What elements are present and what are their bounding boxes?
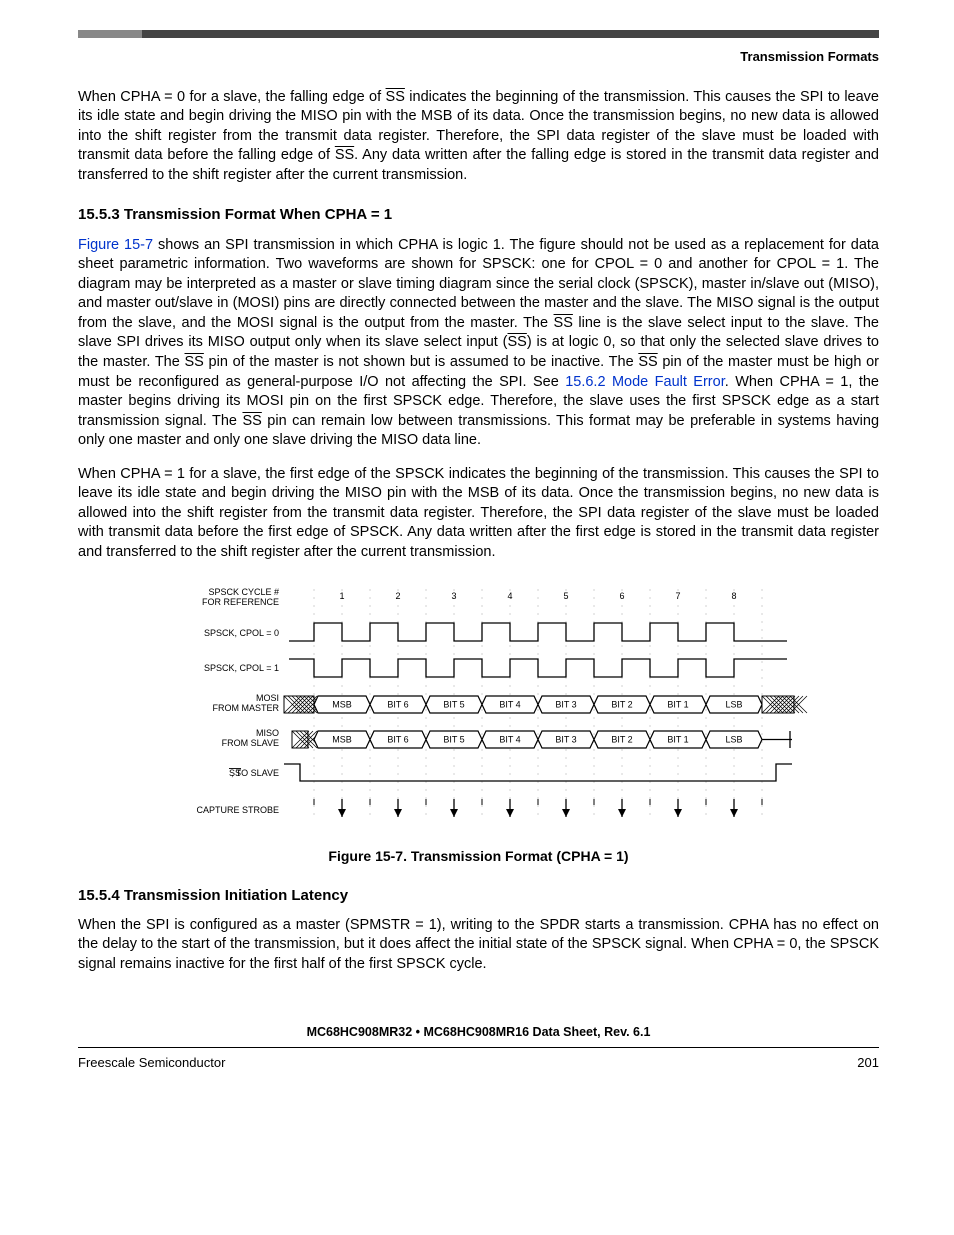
paragraph-intro: When CPHA = 0 for a slave, the falling e… — [78, 88, 879, 186]
svg-text:BIT 3: BIT 3 — [555, 734, 576, 744]
svg-text:BIT 5: BIT 5 — [443, 699, 464, 709]
label-miso1: MISO — [255, 728, 278, 738]
svg-text:MSB: MSB — [332, 699, 352, 709]
svg-text:BIT 1: BIT 1 — [667, 734, 688, 744]
footer-company: Freescale Semiconductor — [78, 1054, 225, 1072]
clock-cpol0 — [289, 623, 787, 641]
heading-1553: 15.5.3 Transmission Format When CPHA = 1 — [78, 205, 879, 225]
footer-rule — [78, 1047, 879, 1048]
label-capture: CAPTURE STROBE — [196, 805, 279, 815]
text: When CPHA = 0 for a slave, the falling e… — [78, 89, 386, 105]
svg-text:8: 8 — [731, 591, 736, 601]
text: pin of the master is not shown but is as… — [204, 354, 638, 370]
svg-text:2: 2 — [395, 591, 400, 601]
svg-text:4: 4 — [507, 591, 512, 601]
ss-overline: SS — [242, 413, 261, 429]
footer-doc-title: MC68HC908MR32 • MC68HC908MR16 Data Sheet… — [78, 1024, 879, 1041]
label-cycle2: FOR REFERENCE — [201, 597, 278, 607]
svg-text:BIT 4: BIT 4 — [499, 699, 520, 709]
svg-text:BIT 1: BIT 1 — [667, 699, 688, 709]
label-cpol1: SPSCK, CPOL = 1 — [204, 663, 279, 673]
svg-text:LSB: LSB — [725, 734, 742, 744]
svg-text:BIT 3: BIT 3 — [555, 699, 576, 709]
paragraph-1553-1: Figure 15-7 shows an SPI transmission in… — [78, 236, 879, 451]
ss-overline: SS — [386, 89, 405, 105]
svg-text:BIT 6: BIT 6 — [387, 734, 408, 744]
mosi-data: MSB BIT 6 BIT 5 BIT 4 BIT 3 BIT 2 BIT 1 LSB — [284, 696, 807, 713]
svg-text:BIT 2: BIT 2 — [611, 699, 632, 709]
miso-data: MSB BIT 6 BIT 5 BIT 4 BIT 3 BIT 2 BIT 1 LSB — [292, 731, 792, 748]
paragraph-1553-2: When CPHA = 1 for a slave, the first edg… — [78, 465, 879, 563]
figure-ref-link[interactable]: Figure 15-7 — [78, 237, 153, 253]
label-mosi1: MOSI — [255, 693, 278, 703]
ss-overline: SS — [185, 354, 204, 370]
heading-1554: 15.5.4 Transmission Initiation Latency — [78, 886, 879, 906]
svg-text:MSB: MSB — [332, 734, 352, 744]
figure-caption: Figure 15-7. Transmission Format (CPHA =… — [78, 847, 879, 866]
label-mosi2: FROM MASTER — [212, 703, 279, 713]
svg-text:BIT 5: BIT 5 — [443, 734, 464, 744]
footer-row: Freescale Semiconductor 201 — [78, 1054, 879, 1072]
ss-overline: SS — [335, 147, 354, 163]
timing-diagram: SPSCK CYCLE # FOR REFERENCE SPSCK, CPOL … — [149, 581, 809, 841]
label-cycle: SPSCK CYCLE # — [208, 587, 279, 597]
section-header: Transmission Formats — [78, 48, 879, 66]
label-miso2: FROM SLAVE — [221, 738, 278, 748]
footer-page-number: 201 — [857, 1054, 879, 1072]
svg-text:BIT 2: BIT 2 — [611, 734, 632, 744]
header-rule — [78, 30, 879, 38]
svg-text:BIT 6: BIT 6 — [387, 699, 408, 709]
paragraph-1554: When the SPI is configured as a master (… — [78, 916, 879, 975]
cycle-number-row: 1 2 3 4 5 6 7 8 — [339, 591, 736, 601]
svg-text:5: 5 — [563, 591, 568, 601]
label-cpol0: SPSCK, CPOL = 0 — [204, 628, 279, 638]
ss-overline: SS — [638, 354, 657, 370]
ss-overline: SS — [508, 334, 527, 350]
clock-cpol1 — [289, 659, 787, 677]
ss-overline: SS — [554, 315, 573, 331]
svg-text:LSB: LSB — [725, 699, 742, 709]
figure-15-7: SPSCK CYCLE # FOR REFERENCE SPSCK, CPOL … — [78, 581, 879, 866]
svg-text:BIT 4: BIT 4 — [499, 734, 520, 744]
xref-link[interactable]: 15.6.2 Mode Fault Error — [565, 374, 725, 390]
svg-text:1: 1 — [339, 591, 344, 601]
svg-text:6: 6 — [619, 591, 624, 601]
svg-text:7: 7 — [675, 591, 680, 601]
label-ss: , TO SLAVE — [230, 768, 278, 778]
page: Transmission Formats When CPHA = 0 for a… — [0, 0, 954, 1102]
svg-text:3: 3 — [451, 591, 456, 601]
